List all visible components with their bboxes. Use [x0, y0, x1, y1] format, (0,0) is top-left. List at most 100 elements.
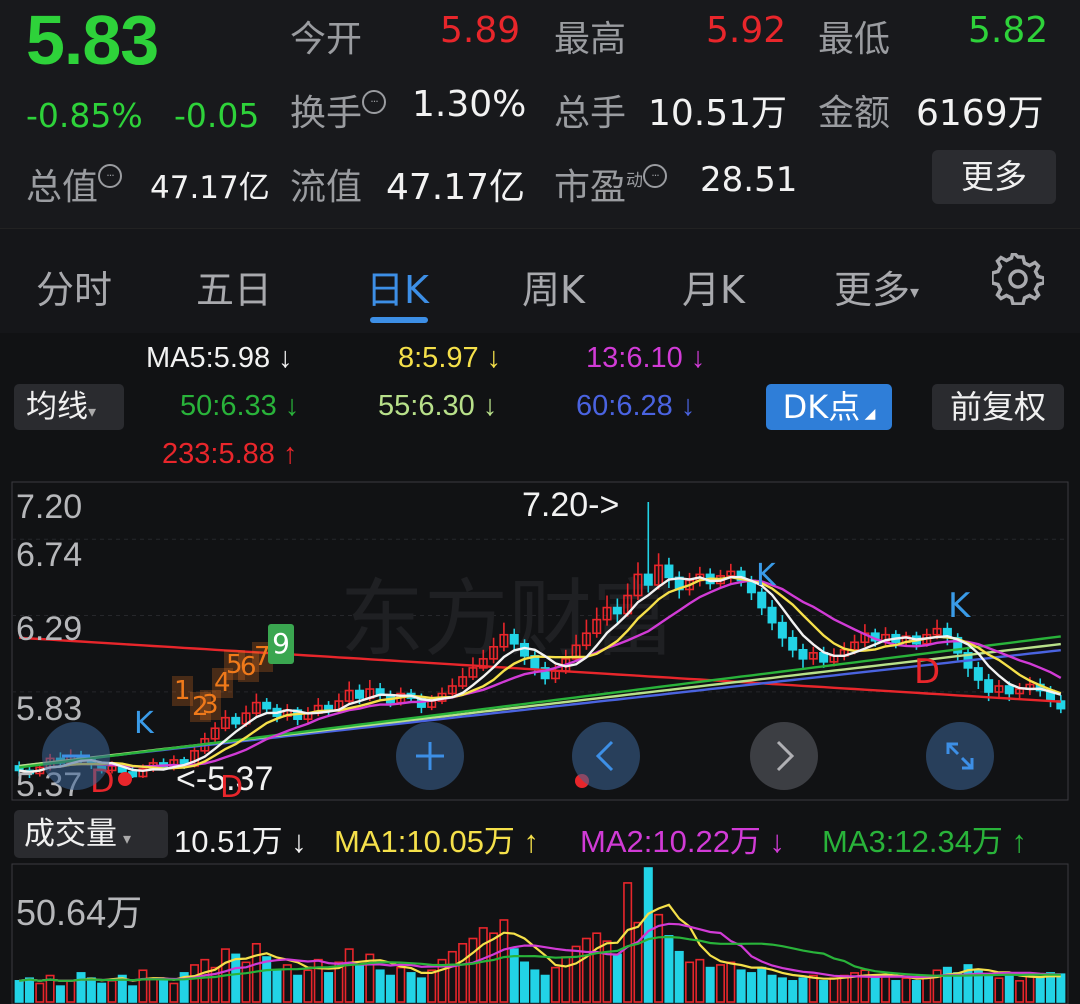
volume-bar: [561, 956, 571, 1003]
volume-bar: [138, 969, 148, 1003]
volume-bar: [55, 985, 65, 1003]
period-tabs: 分时 五日 日K 周K 月K 更多▾: [0, 228, 1080, 333]
signal-k: K: [756, 558, 776, 593]
change-amount: -0.05: [174, 96, 260, 135]
tab-monthly-k[interactable]: 月K: [682, 259, 745, 314]
info-icon[interactable]: ···: [362, 90, 387, 114]
scroll-left-button[interactable]: [572, 722, 640, 790]
volume-bar: [1004, 972, 1014, 1003]
tab-weekly-k[interactable]: 周K: [522, 259, 585, 314]
volume-bar: [24, 977, 34, 1003]
pe-label: 市盈动 ···: [554, 158, 668, 210]
volume-bar: [633, 921, 643, 1003]
volume-bar: [612, 953, 622, 1003]
dk-point-button[interactable]: DK点 ◢: [766, 384, 892, 430]
kline-chart[interactable]: 东方财富: [0, 478, 1080, 804]
pe-value: 28.51: [700, 160, 798, 200]
info-icon[interactable]: ···: [643, 164, 668, 188]
volume-bar: [344, 948, 354, 1003]
volume-bar: [489, 932, 499, 1003]
more-quote-button[interactable]: 更多: [932, 150, 1056, 204]
volume-bar: [695, 958, 705, 1003]
ma-indicator-dropdown[interactable]: 均线▾: [14, 384, 124, 430]
volume-bar: [726, 961, 736, 1003]
volume-bar: [674, 950, 684, 1003]
tab-five-day[interactable]: 五日: [196, 259, 272, 314]
volume-bar: [788, 980, 798, 1003]
volume-bar: [767, 974, 777, 1003]
tab-daily-k[interactable]: 日K: [366, 259, 429, 314]
volume-max-label: 50.64万: [16, 892, 143, 933]
gear-icon[interactable]: [992, 253, 1044, 305]
fullscreen-button[interactable]: [926, 722, 994, 790]
tab-more[interactable]: 更多▾: [834, 259, 919, 314]
adjust-mode-button[interactable]: 前复权: [932, 384, 1064, 430]
ma233-value: 233:5.88 ↑: [162, 438, 298, 470]
ma8-value: 8:5.97 ↓: [398, 342, 502, 374]
volume-bar: [76, 972, 86, 1003]
zoom-out-button[interactable]: [42, 722, 110, 790]
volume-bar: [1035, 977, 1045, 1003]
y-tick-label: 7.20: [16, 488, 83, 526]
volume-bar: [746, 972, 756, 1003]
signal-dot: [118, 772, 132, 786]
volume-ma3: MA3:12.34万 ↑: [822, 824, 1028, 859]
volume-bar: [839, 974, 849, 1003]
volume-bar: [354, 964, 365, 1003]
turnover-value: 1.30%: [412, 84, 527, 125]
signal-d: D: [220, 770, 244, 805]
expand-icon: [946, 742, 974, 770]
volume-ma2: MA2:10.22万 ↓: [580, 824, 786, 859]
plus-icon: [416, 742, 444, 770]
high-value: 5.92: [706, 10, 787, 51]
caret-down-icon: ▾: [88, 402, 97, 421]
volume-bar: [581, 937, 591, 1003]
minus-icon: [62, 754, 90, 758]
volume-bar: [829, 977, 839, 1003]
candle-body: [757, 591, 767, 609]
volume-bar: [159, 980, 169, 1003]
candle-body: [354, 689, 365, 699]
volume-indicator-dropdown[interactable]: 成交量 ▾: [14, 810, 168, 858]
scroll-right-button[interactable]: [750, 722, 818, 790]
info-icon[interactable]: ···: [98, 164, 123, 188]
active-tab-indicator: [370, 317, 428, 323]
volume-bar: [757, 966, 767, 1003]
candle-body: [777, 621, 787, 639]
volume-bar: [901, 977, 911, 1003]
volume-chart[interactable]: [0, 862, 1080, 1004]
tab-intraday[interactable]: 分时: [36, 259, 112, 314]
volume-bar: [664, 935, 674, 1003]
candle-body: [231, 716, 241, 725]
candle-body: [509, 633, 519, 645]
volume-ma1: MA1:10.05万 ↑: [334, 824, 540, 859]
volume-bar: [870, 977, 880, 1003]
volume-bar: [994, 977, 1004, 1003]
volume-bar: [200, 958, 210, 1003]
candle-body: [973, 667, 983, 681]
candle-body: [262, 701, 272, 710]
volume-bar: [231, 953, 241, 1003]
volume-bar: [602, 940, 612, 1003]
volume-bar: [189, 964, 200, 1003]
volume-bar: [623, 882, 633, 1003]
candle-body: [788, 636, 798, 651]
volume-bar: [819, 980, 829, 1003]
volume-bar: [1056, 973, 1066, 1003]
volume-bar: [922, 974, 932, 1003]
low-label: 最低: [818, 19, 891, 60]
caret-down-icon: ▾: [910, 282, 920, 303]
volume-bar: [107, 980, 117, 1003]
zoom-in-button[interactable]: [396, 722, 464, 790]
volume-bar: [128, 985, 138, 1003]
volume-bar: [592, 932, 602, 1003]
volume-bar: [427, 969, 437, 1003]
chevron-right-icon: [776, 740, 795, 772]
float-cap-label: 流值: [290, 167, 363, 208]
volume-bar: [148, 977, 158, 1003]
volume-bar: [891, 980, 901, 1003]
volume-bar: [66, 980, 76, 1003]
ma60-value: 60:6.28 ↓: [576, 390, 696, 422]
volume-bar: [777, 977, 787, 1003]
volume-label: 总手: [554, 93, 627, 134]
